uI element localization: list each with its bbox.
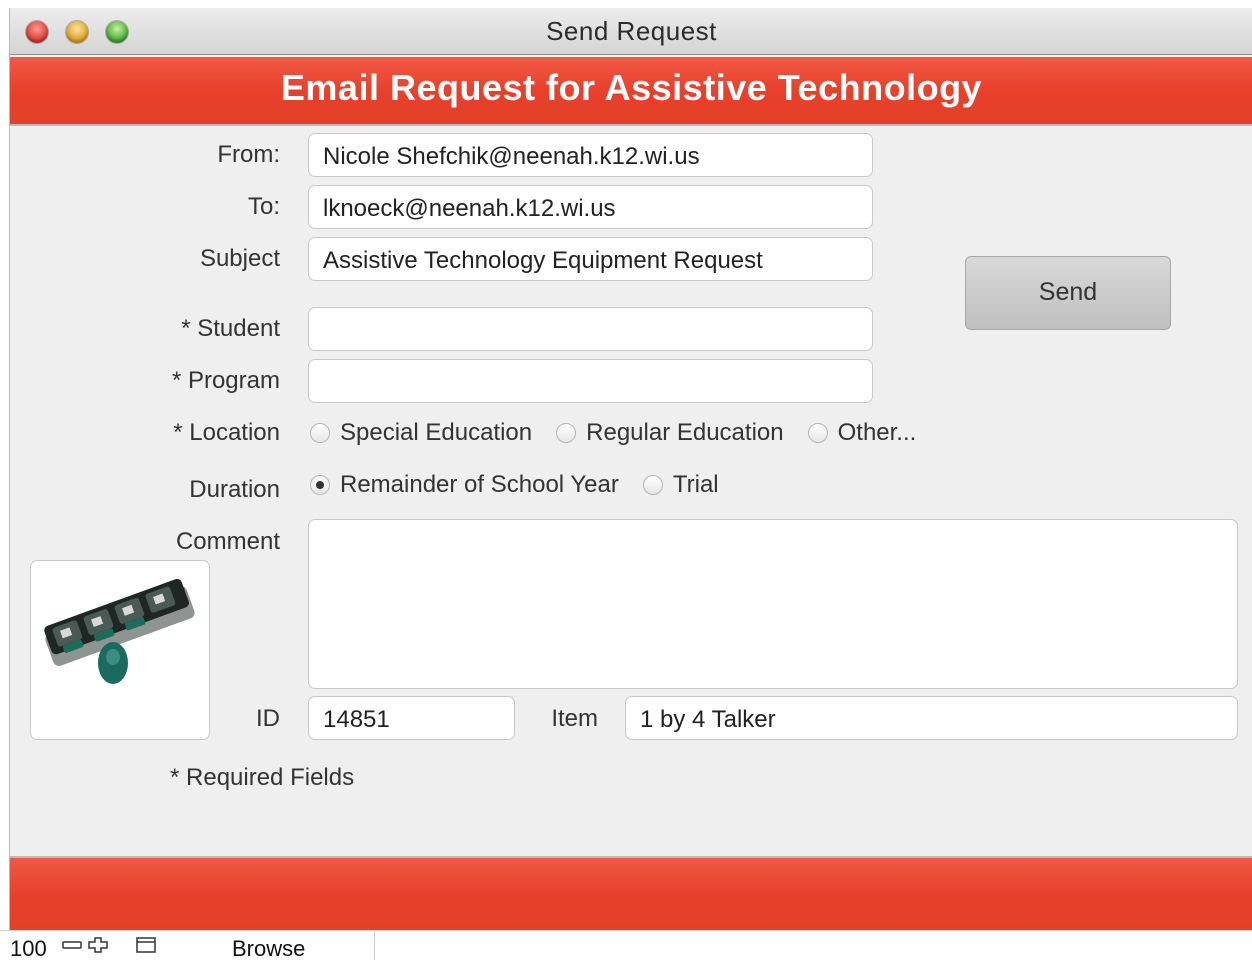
id-label: ID bbox=[256, 705, 280, 732]
location-option-label[interactable]: Other... bbox=[838, 419, 917, 447]
header-banner: Email Request for Assistive Technology bbox=[10, 57, 1252, 126]
duration-option-label[interactable]: Trial bbox=[673, 471, 719, 499]
location-special-education-radio[interactable] bbox=[310, 423, 330, 443]
item-field[interactable]: 1 by 4 Talker bbox=[625, 696, 1238, 740]
zoom-in-icon[interactable] bbox=[88, 937, 108, 953]
toggle-status-area-icon[interactable] bbox=[136, 937, 156, 953]
zoom-level[interactable]: 100 bbox=[10, 936, 47, 962]
send-request-window: Send Request Email Request for Assistive… bbox=[9, 8, 1252, 932]
student-field[interactable] bbox=[308, 307, 873, 351]
student-label: * Student bbox=[181, 315, 280, 342]
duration-option-label[interactable]: Remainder of School Year bbox=[340, 471, 619, 499]
location-label: * Location bbox=[173, 419, 280, 446]
to-field[interactable]: lknoeck@neenah.k12.wi.us bbox=[308, 185, 873, 229]
status-divider bbox=[374, 931, 375, 960]
required-fields-note: * Required Fields bbox=[170, 764, 355, 791]
subject-label: Subject bbox=[199, 245, 280, 272]
from-field[interactable]: Nicole Shefchik@neenah.k12.wi.us bbox=[308, 133, 873, 177]
from-label: From: bbox=[217, 141, 280, 168]
window-title: Send Request bbox=[546, 16, 717, 46]
send-button[interactable]: Send bbox=[965, 256, 1171, 330]
location-regular-education-radio[interactable] bbox=[556, 423, 577, 443]
program-field[interactable] bbox=[308, 359, 873, 403]
zoom-out-icon[interactable] bbox=[62, 937, 82, 953]
program-label: * Program bbox=[171, 367, 280, 394]
title-bar: Send Request bbox=[10, 8, 1252, 55]
mode-indicator[interactable]: Browse bbox=[232, 936, 305, 962]
footer-bar bbox=[10, 856, 1252, 930]
duration-radio-group: Remainder of School Year Trial bbox=[310, 471, 743, 499]
location-option-label[interactable]: Regular Education bbox=[586, 419, 783, 447]
to-label: To: bbox=[247, 193, 280, 220]
location-other-radio[interactable] bbox=[807, 423, 828, 443]
duration-remainder-radio[interactable] bbox=[310, 475, 330, 495]
banner-title: Email Request for Assistive Technology bbox=[280, 67, 983, 108]
duration-trial-radio[interactable] bbox=[642, 475, 663, 495]
item-label: Item bbox=[551, 705, 598, 732]
subject-field[interactable]: Assistive Technology Equipment Request bbox=[308, 237, 873, 281]
comment-label: Comment bbox=[175, 528, 280, 555]
comment-textarea[interactable] bbox=[308, 519, 1238, 689]
location-radio-group: Special Education Regular Education Othe… bbox=[310, 419, 940, 447]
location-option-label[interactable]: Special Education bbox=[340, 419, 532, 447]
status-bar: 100 Browse bbox=[0, 930, 1252, 962]
duration-label: Duration bbox=[189, 476, 280, 503]
